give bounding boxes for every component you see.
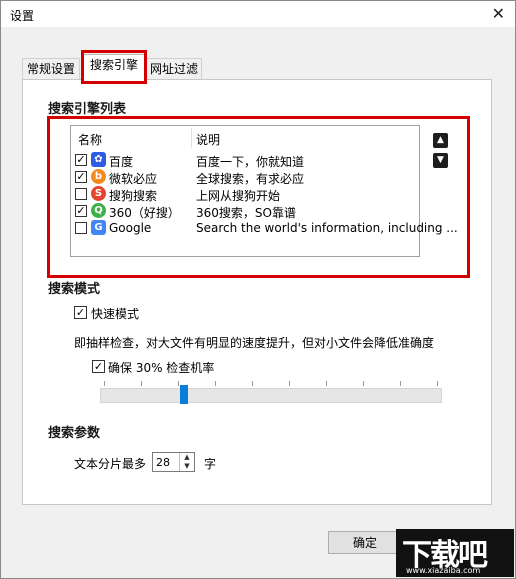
search-params-heading: 搜索参数: [48, 426, 101, 441]
move-up-icon[interactable]: ▲: [433, 133, 448, 148]
fast-mode-label[interactable]: 快速模式: [91, 305, 139, 322]
list-item[interactable]: ✓ ✿ 百度 百度一下，你就知道: [75, 152, 419, 169]
sogou-icon: S: [91, 186, 106, 201]
chunk-size-value[interactable]: 28: [156, 456, 170, 469]
sampling-note: 即抽样检查，对大文件有明显的速度提升，但对小文件会降低准确度: [74, 336, 435, 350]
slider-tick: [215, 381, 216, 386]
engine-desc: Search the world's information, includin…: [196, 221, 458, 235]
engine-desc: 360搜索，SO靠谱: [196, 206, 296, 220]
bing-icon: b: [91, 169, 106, 184]
close-icon[interactable]: ✕: [492, 4, 505, 23]
baidu-icon: ✿: [91, 152, 106, 167]
list-item[interactable]: S 搜狗搜索 上网从搜狗开始: [75, 186, 419, 203]
ensure-rate-checkbox[interactable]: ✓: [92, 360, 105, 373]
engine-name: 搜狗搜索: [109, 189, 158, 203]
title-bar: 设置 ✕: [1, 1, 515, 27]
slider-tick: [178, 381, 179, 386]
engine-name: 360（好搜）: [109, 206, 180, 220]
stepper-buttons: ▲ ▼: [179, 453, 194, 471]
engine-desc: 上网从搜狗开始: [196, 189, 281, 203]
slider-tick: [289, 381, 290, 386]
ok-button[interactable]: 确定: [328, 531, 402, 554]
slider-tick: [437, 381, 438, 386]
engine-checkbox[interactable]: ✓: [75, 205, 87, 217]
list-item[interactable]: G Google Search the world's information,…: [75, 220, 458, 237]
360-icon: Q: [91, 203, 106, 218]
stepper-up-icon[interactable]: ▲: [180, 453, 194, 462]
chunk-size-stepper[interactable]: 28 ▲ ▼: [152, 452, 195, 472]
slider-tick: [141, 381, 142, 386]
engine-name: 百度: [109, 155, 134, 169]
engine-list[interactable]: 名称 说明 ✓ ✿ 百度 百度一下，你就知道 ✓ b 微软必应 全球搜索，有求必…: [70, 125, 458, 257]
engine-list-heading: 搜索引擎列表: [48, 102, 127, 117]
engine-name: 微软必应: [109, 172, 158, 186]
move-down-icon[interactable]: ▼: [433, 153, 448, 168]
engine-checkbox[interactable]: ✓: [75, 154, 87, 166]
chunk-prefix-label: 文本分片最多: [74, 457, 147, 471]
engine-desc: 全球搜索，有求必应: [196, 172, 305, 186]
check-rate-slider[interactable]: [100, 388, 442, 403]
stepper-down-icon[interactable]: ▼: [180, 462, 194, 471]
slider-tick: [252, 381, 253, 386]
tab-url-filter[interactable]: 网址过滤: [146, 58, 202, 79]
slider-thumb[interactable]: [179, 385, 188, 404]
list-item[interactable]: ✓ b 微软必应 全球搜索，有求必应: [75, 169, 419, 186]
fast-mode-checkbox[interactable]: ✓: [74, 306, 87, 319]
slider-tick: [104, 381, 105, 386]
chunk-unit-label: 字: [204, 457, 217, 471]
google-icon: G: [91, 220, 106, 235]
slider-tick: [326, 381, 327, 386]
engine-checkbox[interactable]: ✓: [75, 171, 87, 183]
watermark-logo: 下载吧 www.xiazaiba.com: [396, 529, 514, 577]
watermark-url: www.xiazaiba.com: [406, 566, 481, 575]
window-title: 设置: [10, 9, 35, 23]
column-separator[interactable]: [191, 128, 192, 148]
column-header-desc[interactable]: 说明: [196, 131, 220, 148]
engine-name: Google: [109, 221, 152, 235]
engine-checkbox[interactable]: [75, 222, 87, 234]
ensure-rate-label[interactable]: 确保 30% 检查机率: [108, 359, 214, 376]
engine-checkbox[interactable]: [75, 188, 87, 200]
search-mode-heading: 搜索模式: [48, 282, 101, 297]
slider-tick: [363, 381, 364, 386]
list-item[interactable]: ✓ Q 360（好搜） 360搜索，SO靠谱: [75, 203, 419, 220]
slider-tick: [400, 381, 401, 386]
column-header-name[interactable]: 名称: [78, 131, 102, 148]
tab-search-engine[interactable]: 搜索引擎: [82, 54, 146, 80]
engine-desc: 百度一下，你就知道: [196, 155, 305, 169]
tab-general[interactable]: 常规设置: [22, 58, 80, 79]
